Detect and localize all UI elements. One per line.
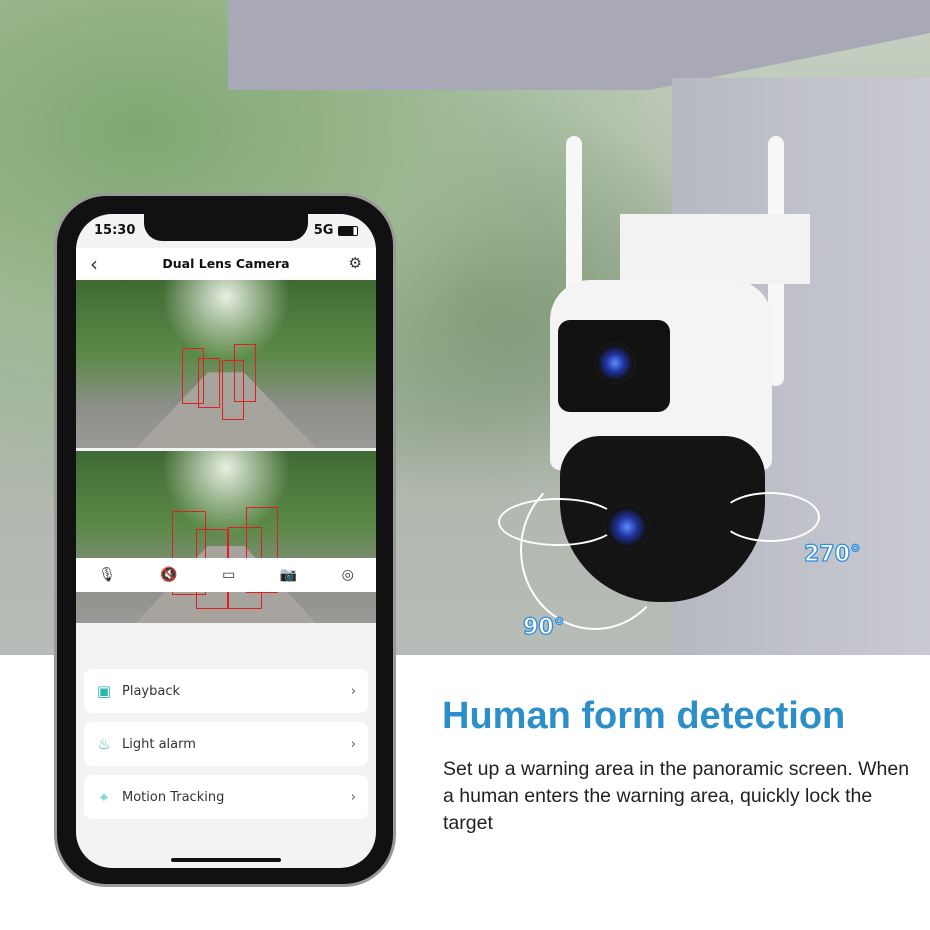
battery-icon — [338, 225, 358, 236]
chevron-right-icon: › — [350, 736, 356, 752]
camera-feed-fixed[interactable] — [76, 280, 376, 448]
detection-box — [198, 358, 220, 408]
wall-mount — [620, 214, 810, 284]
chevron-right-icon: › — [350, 789, 356, 805]
page-title: Dual Lens Camera — [162, 256, 290, 271]
network-label: 5G — [313, 223, 334, 238]
tilt-angle-label: 90° — [522, 614, 565, 640]
menu-item-label: Motion Tracking — [122, 789, 225, 805]
gear-icon[interactable]: ⚙ — [349, 254, 362, 272]
app-header: ‹ Dual Lens Camera ⚙ — [76, 248, 376, 280]
rotate-arrow-horizontal-right — [720, 492, 820, 542]
menu-item-motion-tracking[interactable]: ⌖ Motion Tracking › — [84, 775, 368, 819]
menu-item-label: Light alarm — [122, 736, 196, 752]
alarm-light-icon: ♨ — [97, 735, 111, 753]
description: Set up a warning area in the panoramic s… — [443, 758, 910, 834]
playback-icon: ▣ — [96, 682, 112, 700]
menu-item-label: Playback — [122, 683, 181, 699]
rotate-arrow-vertical — [520, 470, 670, 630]
crosshair-icon: ⌖ — [99, 788, 109, 806]
camera-feed-ptz[interactable] — [76, 451, 376, 623]
home-indicator — [171, 858, 281, 862]
mute-icon[interactable]: 🔇 — [160, 567, 177, 583]
menu-item-light-alarm[interactable]: ♨ Light alarm › — [84, 722, 368, 766]
status-time: 15:30 — [94, 223, 136, 238]
detection-box — [234, 344, 256, 402]
control-bar: 🎙 🔇 ▭ 📷 ◎ — [76, 558, 376, 592]
record-icon[interactable]: ▭ — [222, 567, 235, 583]
microphone-icon[interactable]: 🎙 — [98, 567, 116, 583]
menu-item-playback[interactable]: ▣ Playback › — [84, 669, 368, 713]
smartphone: 15:30 5G ‹ Dual Lens Camera ⚙ 🎙 🔇 ▭ 📷 ◎ … — [54, 193, 396, 887]
headline: Human form detection — [442, 695, 846, 737]
notch — [144, 214, 308, 241]
pan-angle-label: 270° — [803, 541, 861, 567]
ptz-control-icon[interactable]: ◎ — [342, 567, 354, 583]
phone-screen: 15:30 5G ‹ Dual Lens Camera ⚙ 🎙 🔇 ▭ 📷 ◎ … — [76, 214, 376, 868]
status-network: 5G — [314, 223, 358, 238]
fixed-lens — [594, 342, 636, 384]
camera-icon[interactable]: 📷 — [280, 567, 297, 583]
chevron-right-icon: › — [350, 683, 356, 699]
